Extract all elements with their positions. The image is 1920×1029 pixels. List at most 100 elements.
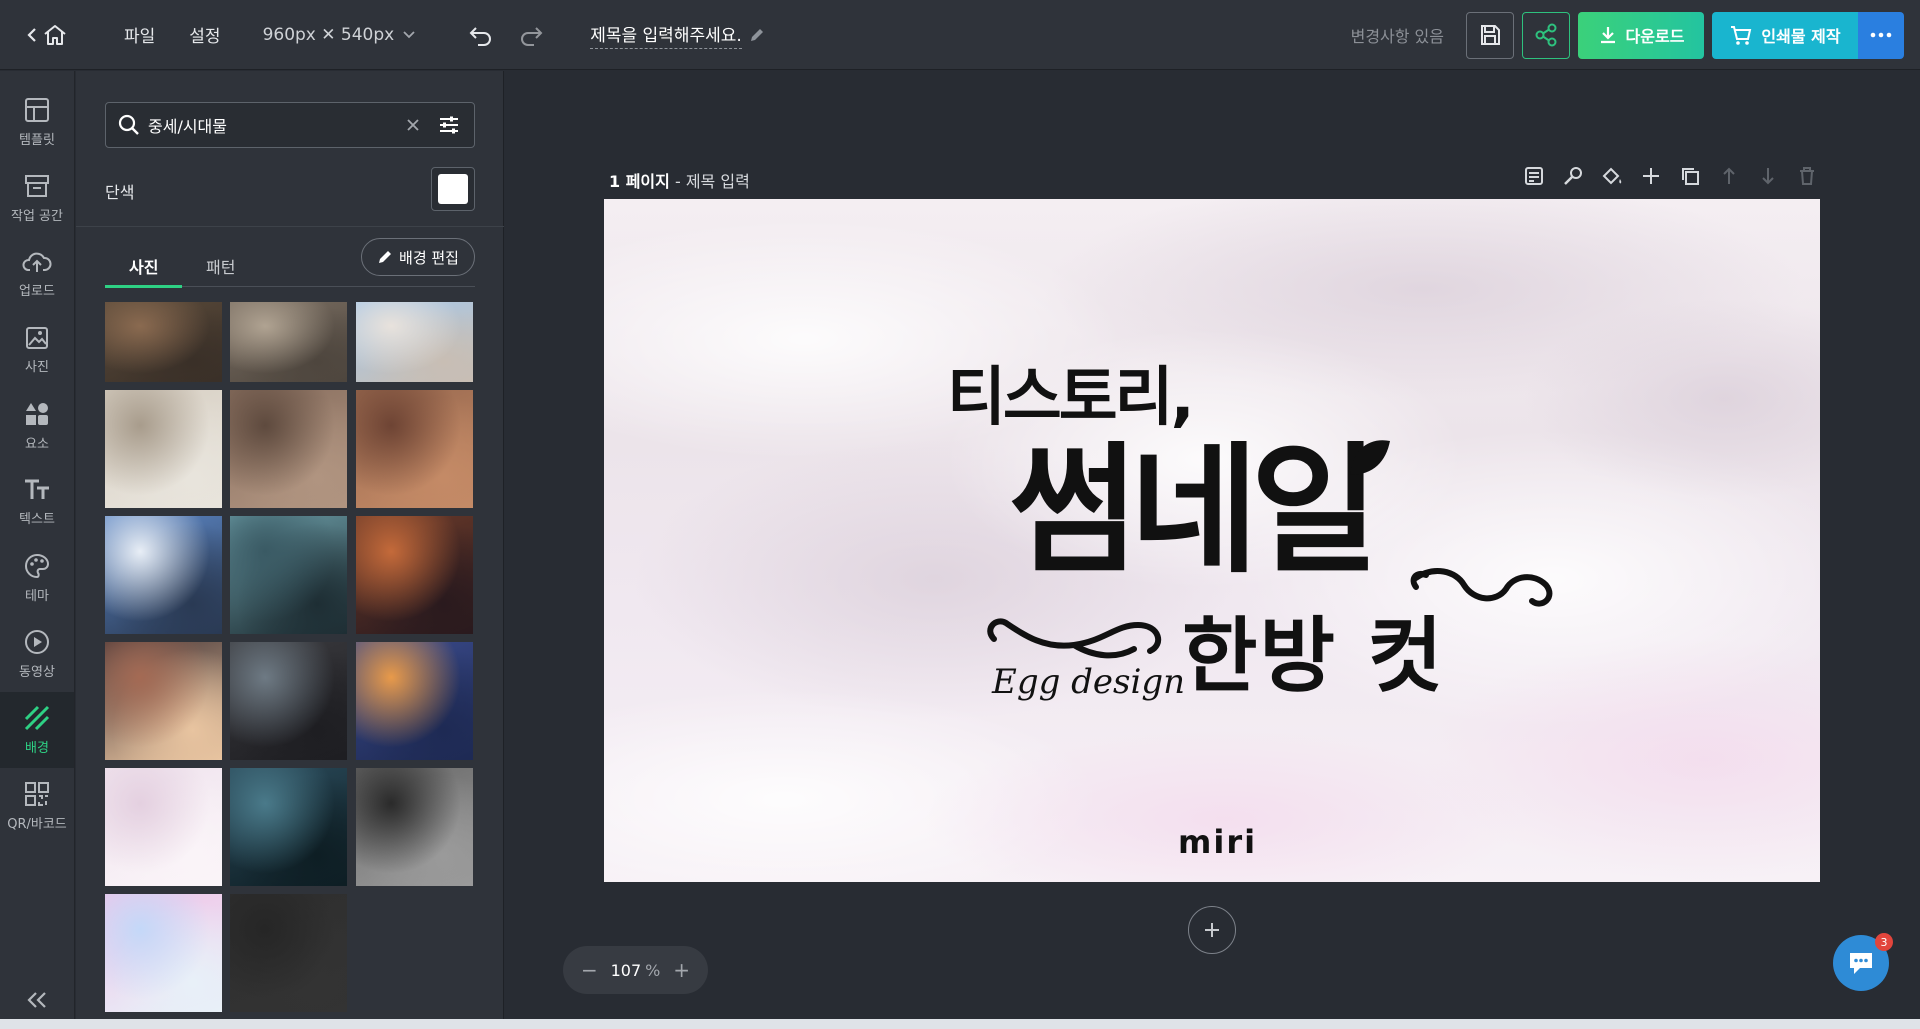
headline-artwork: 티스토리, 썸네일 한방 컷 Egg design miri bbox=[947, 361, 1553, 861]
save-button[interactable] bbox=[1466, 11, 1514, 59]
zoom-value[interactable]: 107 bbox=[611, 961, 642, 980]
canvas-size-dropdown[interactable]: 960px ✕ 540px bbox=[263, 25, 417, 45]
rail-item-upload[interactable]: 업로드 bbox=[0, 236, 74, 312]
clear-icon[interactable] bbox=[406, 118, 420, 132]
zoom-in-button[interactable]: + bbox=[673, 958, 690, 982]
rail-item-elements[interactable]: 요소 bbox=[0, 388, 74, 464]
brush-icon bbox=[1564, 167, 1582, 185]
chat-support-button[interactable]: 3 bbox=[1833, 933, 1893, 991]
tab-photo[interactable]: 사진 bbox=[129, 254, 158, 278]
upload-icon bbox=[22, 252, 52, 272]
divider bbox=[76, 226, 504, 227]
search-input[interactable]: 중세/시대물 bbox=[148, 113, 406, 137]
rail-label: 사진 bbox=[25, 359, 49, 375]
page-memo-button[interactable] bbox=[1523, 165, 1545, 187]
text-icon bbox=[25, 479, 49, 499]
active-tab-indicator bbox=[105, 285, 182, 288]
background-thumbnail-cathedral-facade[interactable] bbox=[230, 302, 347, 382]
more-dots-icon bbox=[1870, 32, 1892, 38]
background-thumbnail-gothic-arch[interactable] bbox=[356, 390, 473, 508]
bottom-strip bbox=[0, 1019, 1920, 1029]
background-icon bbox=[24, 705, 50, 730]
delete-page-button[interactable] bbox=[1796, 165, 1818, 187]
background-thumbnail-pink-clouds[interactable] bbox=[105, 768, 222, 886]
rail-item-theme[interactable]: 테마 bbox=[0, 540, 74, 616]
search-icon bbox=[118, 114, 139, 135]
template-icon bbox=[25, 97, 49, 122]
background-thumbnail-dark-corridor[interactable] bbox=[356, 768, 473, 886]
print-label: 인쇄물 제작 bbox=[1761, 27, 1841, 46]
redo-icon[interactable] bbox=[518, 24, 544, 46]
rail-item-qr[interactable]: QR/바코드 bbox=[0, 768, 74, 844]
download-icon bbox=[1600, 27, 1615, 44]
back-home-button[interactable] bbox=[26, 23, 68, 47]
background-thumbnail-sagrada-towers[interactable] bbox=[105, 390, 222, 508]
page-style-button[interactable] bbox=[1562, 165, 1584, 187]
add-element-button[interactable] bbox=[1640, 165, 1662, 187]
search-box[interactable]: 중세/시대물 bbox=[105, 102, 475, 148]
rail-label: 작업 공간 bbox=[11, 208, 63, 224]
rail-item-background[interactable]: 배경 bbox=[0, 692, 74, 768]
add-page-button[interactable] bbox=[1188, 906, 1236, 954]
filter-icon[interactable] bbox=[438, 115, 460, 135]
background-thumbnail-city-aerial[interactable] bbox=[105, 302, 222, 382]
share-button[interactable] bbox=[1522, 11, 1570, 59]
background-tabs: 사진 패턴 배경 편집 bbox=[105, 238, 475, 288]
rail-label: 배경 bbox=[25, 740, 49, 756]
solid-color-label: 단색 bbox=[105, 183, 135, 202]
background-photo-grid bbox=[105, 302, 475, 1022]
download-button[interactable]: 다운로드 bbox=[1578, 11, 1704, 59]
headline-line-2: 썸네일 bbox=[1009, 430, 1371, 593]
background-thumbnail-dark-texture[interactable] bbox=[230, 894, 347, 1012]
share-icon bbox=[1535, 23, 1557, 47]
page-fill-button[interactable] bbox=[1601, 165, 1623, 187]
color-chip bbox=[438, 174, 468, 204]
tab-pattern[interactable]: 패턴 bbox=[206, 254, 235, 278]
menu-settings[interactable]: 설정 bbox=[189, 22, 220, 47]
chat-icon bbox=[1850, 953, 1872, 974]
pencil-icon[interactable] bbox=[748, 26, 766, 44]
menu-file[interactable]: 파일 bbox=[124, 22, 155, 47]
collapse-panel-icon[interactable] bbox=[26, 991, 48, 1009]
more-menu-button[interactable] bbox=[1858, 11, 1904, 59]
background-thumbnail-stone-wheel[interactable] bbox=[230, 390, 347, 508]
print-order-button[interactable]: 인쇄물 제작 bbox=[1712, 11, 1858, 59]
background-thumbnail-cloud-spire[interactable] bbox=[105, 516, 222, 634]
pencil-icon bbox=[379, 251, 392, 263]
photo-icon bbox=[26, 326, 48, 349]
background-thumbnail-white-church[interactable] bbox=[356, 302, 473, 382]
background-thumbnail-night-river[interactable] bbox=[356, 642, 473, 760]
page-toolbar bbox=[1523, 165, 1818, 187]
page-title-input[interactable]: 제목 입력 bbox=[686, 172, 750, 191]
duplicate-page-button[interactable] bbox=[1679, 165, 1701, 187]
rail-item-text[interactable]: 텍스트 bbox=[0, 464, 74, 540]
zoom-unit: % bbox=[645, 960, 661, 980]
headline-line-1: 티스토리, bbox=[947, 361, 1192, 435]
design-canvas[interactable]: 티스토리, 썸네일 한방 컷 Egg design miri bbox=[604, 199, 1820, 882]
download-label: 다운로드 bbox=[1625, 27, 1685, 46]
top-bar: 파일 설정 960px ✕ 540px 제목을 입력해주세요. 변경사항 있음 … bbox=[0, 0, 1920, 70]
undo-icon[interactable] bbox=[468, 24, 494, 46]
background-thumbnail-pastel-gradient[interactable] bbox=[105, 894, 222, 1012]
rail-item-photo[interactable]: 사진 bbox=[0, 312, 74, 388]
miri-logo: miri bbox=[1178, 823, 1257, 861]
background-thumbnail-zombie-moon[interactable] bbox=[230, 768, 347, 886]
home-icon bbox=[44, 24, 66, 45]
background-thumbnail-foggy-castle[interactable] bbox=[230, 516, 347, 634]
paint-bucket-icon bbox=[1602, 167, 1622, 185]
zoom-out-button[interactable]: − bbox=[581, 958, 598, 982]
move-page-down-button[interactable] bbox=[1757, 165, 1779, 187]
rail-label: 요소 bbox=[25, 436, 49, 452]
video-icon bbox=[25, 629, 49, 654]
document-title[interactable]: 제목을 입력해주세요. bbox=[590, 21, 742, 49]
chevron-left-icon bbox=[27, 27, 36, 42]
rail-item-template[interactable]: 템플릿 bbox=[0, 84, 74, 160]
background-thumbnail-stained-glass[interactable] bbox=[356, 516, 473, 634]
move-page-up-button[interactable] bbox=[1718, 165, 1740, 187]
edit-background-button[interactable]: 배경 편집 bbox=[361, 238, 475, 276]
rail-item-workspace[interactable]: 작업 공간 bbox=[0, 160, 74, 236]
background-thumbnail-statue-window[interactable] bbox=[230, 642, 347, 760]
solid-color-swatch[interactable] bbox=[431, 167, 475, 211]
background-thumbnail-church-interior[interactable] bbox=[105, 642, 222, 760]
rail-item-video[interactable]: 동영상 bbox=[0, 616, 74, 692]
